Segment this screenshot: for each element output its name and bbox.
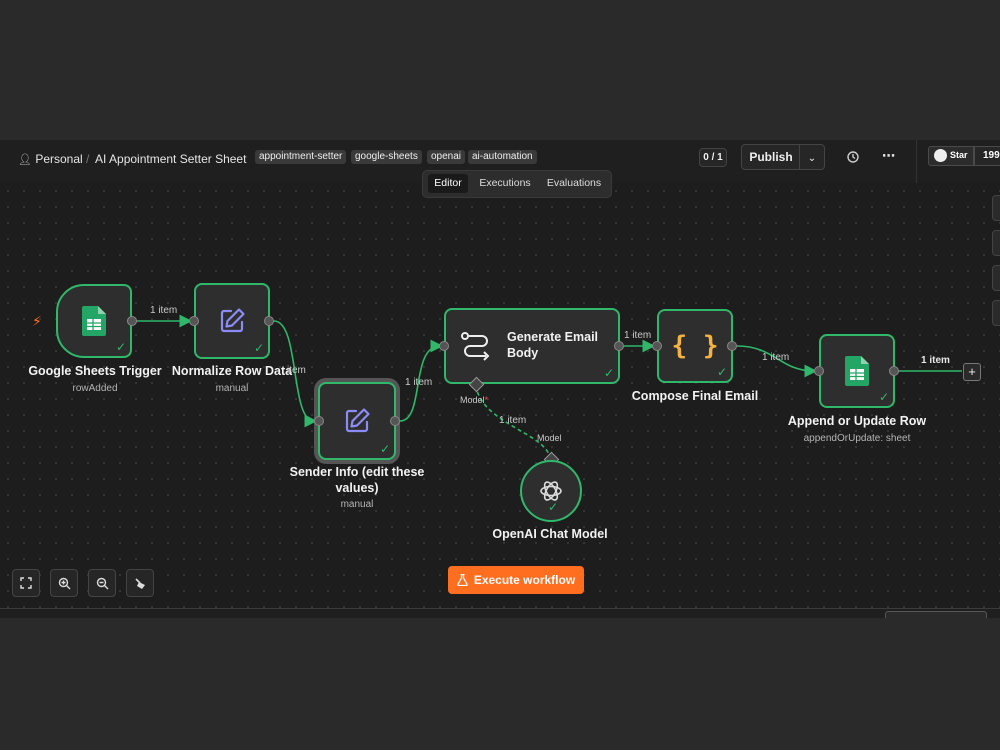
model-port-label: Model* <box>460 395 489 405</box>
node-sender-info[interactable]: ✓ <box>318 382 396 460</box>
side-panel-toggle[interactable] <box>992 195 1000 221</box>
success-check-icon: ✓ <box>547 500 558 514</box>
node-subtitle: manual <box>215 383 249 394</box>
view-tabs: Editor Executions Evaluations <box>422 170 612 198</box>
tag-google-sheets[interactable]: google-sheets <box>351 150 422 164</box>
edge-item-count: 1 item <box>150 305 178 316</box>
ellipsis-icon: ⋯ <box>882 148 895 163</box>
node-title: Google Sheets Trigger <box>28 364 162 378</box>
output-port[interactable] <box>889 366 899 376</box>
tab-editor[interactable]: Editor <box>428 174 468 193</box>
chevron-down-icon: ⌄ <box>807 153 817 164</box>
side-panel-toggle[interactable] <box>992 300 1000 326</box>
github-star-count[interactable]: 199, <box>974 146 1000 166</box>
bottom-background <box>0 618 1000 750</box>
side-panel-toggle[interactable] <box>992 230 1000 256</box>
edge-item-count: 1 item <box>499 415 527 426</box>
header-divider <box>916 140 917 183</box>
success-check-icon: ✓ <box>115 340 126 354</box>
fullscreen-icon <box>20 577 32 589</box>
logs-panel-button[interactable] <box>885 611 987 618</box>
node-append-or-update-row[interactable]: ✓ <box>819 334 895 408</box>
node-google-sheets-trigger[interactable]: ✓ <box>56 284 132 358</box>
zoom-in-button[interactable] <box>50 569 78 597</box>
tag-ai-automation[interactable]: ai-automation <box>468 150 537 164</box>
output-port[interactable] <box>264 316 274 326</box>
node-subtitle: appendOrUpdate: sheet <box>803 433 911 444</box>
more-options-button[interactable]: ⋯ <box>882 148 895 164</box>
node-title-line2: Body <box>507 346 539 360</box>
zoom-out-button[interactable] <box>88 569 116 597</box>
edge-item-count: 1 item <box>921 355 950 366</box>
node-openai-chat-model[interactable]: ✓ <box>520 460 582 522</box>
tab-evaluations[interactable]: Evaluations <box>542 174 606 193</box>
tab-executions[interactable]: Executions <box>475 174 535 193</box>
trigger-bolt-icon: ⚡︎ <box>32 313 42 329</box>
history-icon <box>847 151 859 163</box>
broom-icon <box>134 577 145 589</box>
workflow-canvas[interactable]: ⚡︎ ✓ Google Sheets Trigger rowAdded 1 it… <box>0 183 1000 608</box>
output-port[interactable] <box>614 341 624 351</box>
edge-item-count: 1 item <box>405 377 433 388</box>
zoom-in-icon <box>58 577 70 589</box>
edge-item-count: 1 item <box>624 330 652 341</box>
success-check-icon: ✓ <box>253 341 264 355</box>
input-port[interactable] <box>814 366 824 376</box>
publish-dropdown-button[interactable]: ⌄ <box>799 144 825 170</box>
side-panel-toggle[interactable] <box>992 265 1000 291</box>
tidy-up-button[interactable] <box>126 569 154 597</box>
success-check-icon: ✓ <box>716 365 727 379</box>
output-port[interactable] <box>127 316 137 326</box>
input-port[interactable] <box>439 341 449 351</box>
history-button[interactable] <box>846 150 860 167</box>
node-title-line1: Generate Email <box>507 330 599 344</box>
version-counter[interactable]: 0 / 1 <box>699 148 727 167</box>
node-title: Append or Update Row <box>787 414 927 428</box>
add-node-button[interactable]: + <box>963 363 981 381</box>
logs-panel-edge <box>0 608 1000 618</box>
flask-icon <box>456 574 468 586</box>
edge-item-count: item <box>287 365 306 376</box>
breadcrumb-separator: / <box>86 152 90 166</box>
node-generate-email-body[interactable]: Generate Email Body ✓ <box>444 308 620 384</box>
success-check-icon: ✓ <box>878 390 889 404</box>
output-port[interactable] <box>727 341 737 351</box>
github-star-button[interactable]: Star <box>928 146 974 166</box>
success-check-icon: ✓ <box>379 442 390 456</box>
github-icon <box>934 149 947 162</box>
node-title: Normalize Row Data <box>171 364 293 378</box>
tag-appointment-setter[interactable]: appointment-setter <box>255 150 347 164</box>
workflow-title[interactable]: AI Appointment Setter Sheet <box>95 152 246 166</box>
node-compose-final-email[interactable]: { } ✓ <box>657 309 733 383</box>
input-port[interactable] <box>314 416 324 426</box>
model-output-label: Model <box>537 433 562 443</box>
user-icon: 👤︎ <box>18 154 32 166</box>
edge-item-count: 1 item <box>762 352 790 363</box>
publish-button[interactable]: Publish <box>741 144 801 170</box>
node-title: Compose Final Email <box>631 389 759 403</box>
route-icon <box>460 330 494 367</box>
zoom-out-icon <box>96 577 108 589</box>
workflow-editor: 👤︎ Personal / AI Appointment Setter Shee… <box>0 140 1000 618</box>
project-breadcrumb[interactable]: 👤︎ Personal <box>18 152 83 166</box>
node-title-line1: Sender Info (edit these <box>289 465 425 479</box>
input-port[interactable] <box>189 316 199 326</box>
success-check-icon: ✓ <box>603 366 614 380</box>
node-title-line2: values) <box>335 481 379 495</box>
tag-openai[interactable]: openai <box>427 150 466 164</box>
node-title: OpenAI Chat Model <box>492 527 608 541</box>
output-port[interactable] <box>390 416 400 426</box>
execute-workflow-button[interactable]: Execute workflow <box>448 566 584 594</box>
top-background <box>0 0 1000 140</box>
plus-icon: + <box>968 364 976 379</box>
node-subtitle: manual <box>340 499 374 510</box>
node-normalize-row-data[interactable]: ✓ <box>194 283 270 359</box>
fit-view-button[interactable] <box>12 569 40 597</box>
node-subtitle: rowAdded <box>72 383 118 394</box>
input-port[interactable] <box>652 341 662 351</box>
